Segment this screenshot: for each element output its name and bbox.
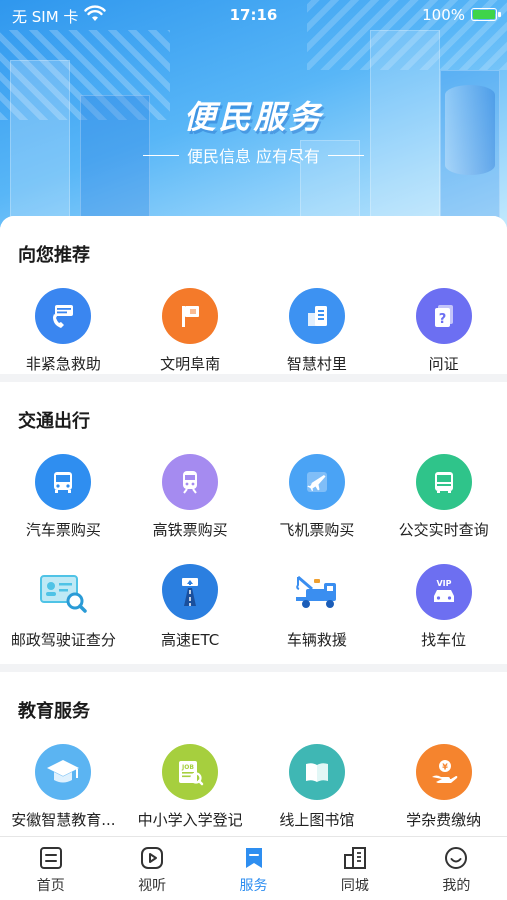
service-item-civilized-funan[interactable]: 文明阜南	[127, 278, 254, 386]
service-item-bus-ticket[interactable]: 汽车票购买	[0, 444, 127, 554]
service-label: 飞机票购买	[279, 521, 355, 539]
battery-percentage: 100%	[422, 6, 465, 24]
license-search-icon	[35, 564, 91, 620]
service-item-highway-etc[interactable]: 高速ETC	[127, 554, 254, 664]
hero-subtitle: 便民信息 应有尽有	[186, 147, 321, 166]
service-label: 线上图书馆	[279, 811, 355, 829]
bottom-tab-bar: 首页 视听 服务 同城 我的	[0, 836, 507, 900]
plane-icon	[288, 454, 345, 510]
battery-icon	[471, 8, 501, 21]
service-item-verify[interactable]: ? 问证	[380, 278, 507, 386]
divider	[328, 154, 365, 156]
city-bus-icon	[415, 454, 472, 510]
svg-text:¥: ¥	[442, 763, 448, 772]
service-grid: 安徽智慧教育... JOB 中小学入学登记 线上图书馆 ¥ 学杂费缴纳	[0, 724, 507, 836]
service-item-flight-ticket[interactable]: 飞机票购买	[254, 444, 381, 554]
section-recommended: 向您推荐 非紧急救助 文明阜南 智慧村里 ? 问证	[0, 216, 507, 374]
service-item-find-parking[interactable]: VIP 找车位	[380, 554, 507, 664]
divider	[142, 154, 179, 156]
tab-local[interactable]: 同城	[304, 837, 405, 900]
graduation-cap-icon	[35, 744, 92, 800]
svg-text:JOB: JOB	[181, 764, 194, 771]
service-item-school-enrollment[interactable]: JOB 中小学入学登记	[127, 734, 254, 836]
tab-video[interactable]: 视听	[101, 837, 202, 900]
service-grid: 汽车票购买 高铁票购买 飞机票购买 公交实时查询 邮政驾驶证查分 高速ETC 车…	[0, 434, 507, 664]
coin-hand-icon: ¥	[415, 744, 472, 800]
service-item-license-points[interactable]: 邮政驾驶证查分	[0, 554, 127, 664]
vip-car-icon: VIP	[415, 564, 472, 620]
bookmark-icon	[245, 848, 262, 868]
svg-text:VIP: VIP	[436, 579, 451, 588]
phone-help-icon	[35, 288, 92, 344]
bus-icon	[35, 454, 92, 510]
home-doc-icon	[39, 847, 62, 869]
service-grid: 非紧急救助 文明阜南 智慧村里 ? 问证	[0, 268, 507, 374]
highway-icon	[162, 564, 219, 620]
service-item-train-ticket[interactable]: 高铁票购买	[127, 444, 254, 554]
section-title: 教育服务	[18, 701, 90, 722]
smile-icon	[445, 847, 468, 869]
service-label: 安徽智慧教育...	[11, 811, 116, 829]
service-item-online-library[interactable]: 线上图书馆	[254, 734, 381, 836]
svg-text:?: ?	[438, 312, 446, 327]
city-icon	[343, 847, 366, 869]
hero-subtitle-row: 便民信息 应有尽有	[0, 143, 507, 167]
service-item-bus-realtime[interactable]: 公交实时查询	[380, 444, 507, 554]
service-label: 高铁票购买	[152, 521, 228, 539]
tab-mine[interactable]: 我的	[406, 837, 507, 900]
section-transportation: 交通出行 汽车票购买 高铁票购买 飞机票购买 公交实时查询 邮政驾驶证查分 高速…	[0, 374, 507, 664]
service-item-anhui-smart-education[interactable]: 安徽智慧教育...	[0, 734, 127, 836]
job-search-icon: JOB	[162, 744, 219, 800]
building-doc-icon	[288, 288, 345, 344]
service-label: 公交实时查询	[398, 521, 489, 539]
section-title: 向您推荐	[18, 245, 90, 266]
section-title: 交通出行	[18, 411, 90, 432]
tab-services[interactable]: 服务	[203, 837, 304, 900]
service-label: 问证	[428, 355, 459, 373]
service-label: 找车位	[421, 631, 467, 649]
question-doc-icon: ?	[415, 288, 472, 344]
service-label: 高速ETC	[161, 631, 220, 649]
service-label: 邮政驾驶证查分	[10, 631, 116, 649]
service-item-non-emergency-help[interactable]: 非紧急救助	[0, 278, 127, 386]
service-item-tuition-payment[interactable]: ¥ 学杂费缴纳	[380, 734, 507, 836]
tab-label: 我的	[442, 878, 471, 894]
service-label: 智慧村里	[286, 355, 347, 373]
hero-banner: 便民服务 便民信息 应有尽有	[0, 0, 507, 250]
tab-label: 同城	[340, 878, 369, 894]
status-bar: 无 SIM 卡 17:16 100%	[0, 0, 507, 32]
flag-icon	[162, 288, 219, 344]
service-label: 学杂费缴纳	[406, 811, 482, 829]
hero-title: 便民服务	[183, 98, 324, 136]
service-item-smart-village[interactable]: 智慧村里	[254, 278, 381, 386]
service-label: 非紧急救助	[25, 355, 101, 373]
service-label: 汽车票购买	[25, 521, 101, 539]
tab-label: 视听	[138, 878, 167, 894]
tab-label: 服务	[239, 878, 268, 894]
service-label: 车辆救援	[286, 631, 347, 649]
service-label: 文明阜南	[160, 355, 221, 373]
service-item-vehicle-rescue[interactable]: 车辆救援	[254, 554, 381, 664]
book-icon	[288, 744, 345, 800]
section-education: 教育服务 安徽智慧教育... JOB 中小学入学登记 线上图书馆 ¥ 学杂费缴纳	[0, 664, 507, 836]
service-label: 中小学入学登记	[137, 811, 243, 829]
play-icon	[141, 847, 164, 869]
services-panel: 向您推荐 非紧急救助 文明阜南 智慧村里 ? 问证 交通出行 汽车票购买 高铁票…	[0, 216, 507, 836]
train-icon	[162, 454, 219, 510]
tab-label: 首页	[36, 878, 65, 894]
tab-home[interactable]: 首页	[0, 837, 101, 900]
tow-truck-icon	[289, 564, 345, 620]
